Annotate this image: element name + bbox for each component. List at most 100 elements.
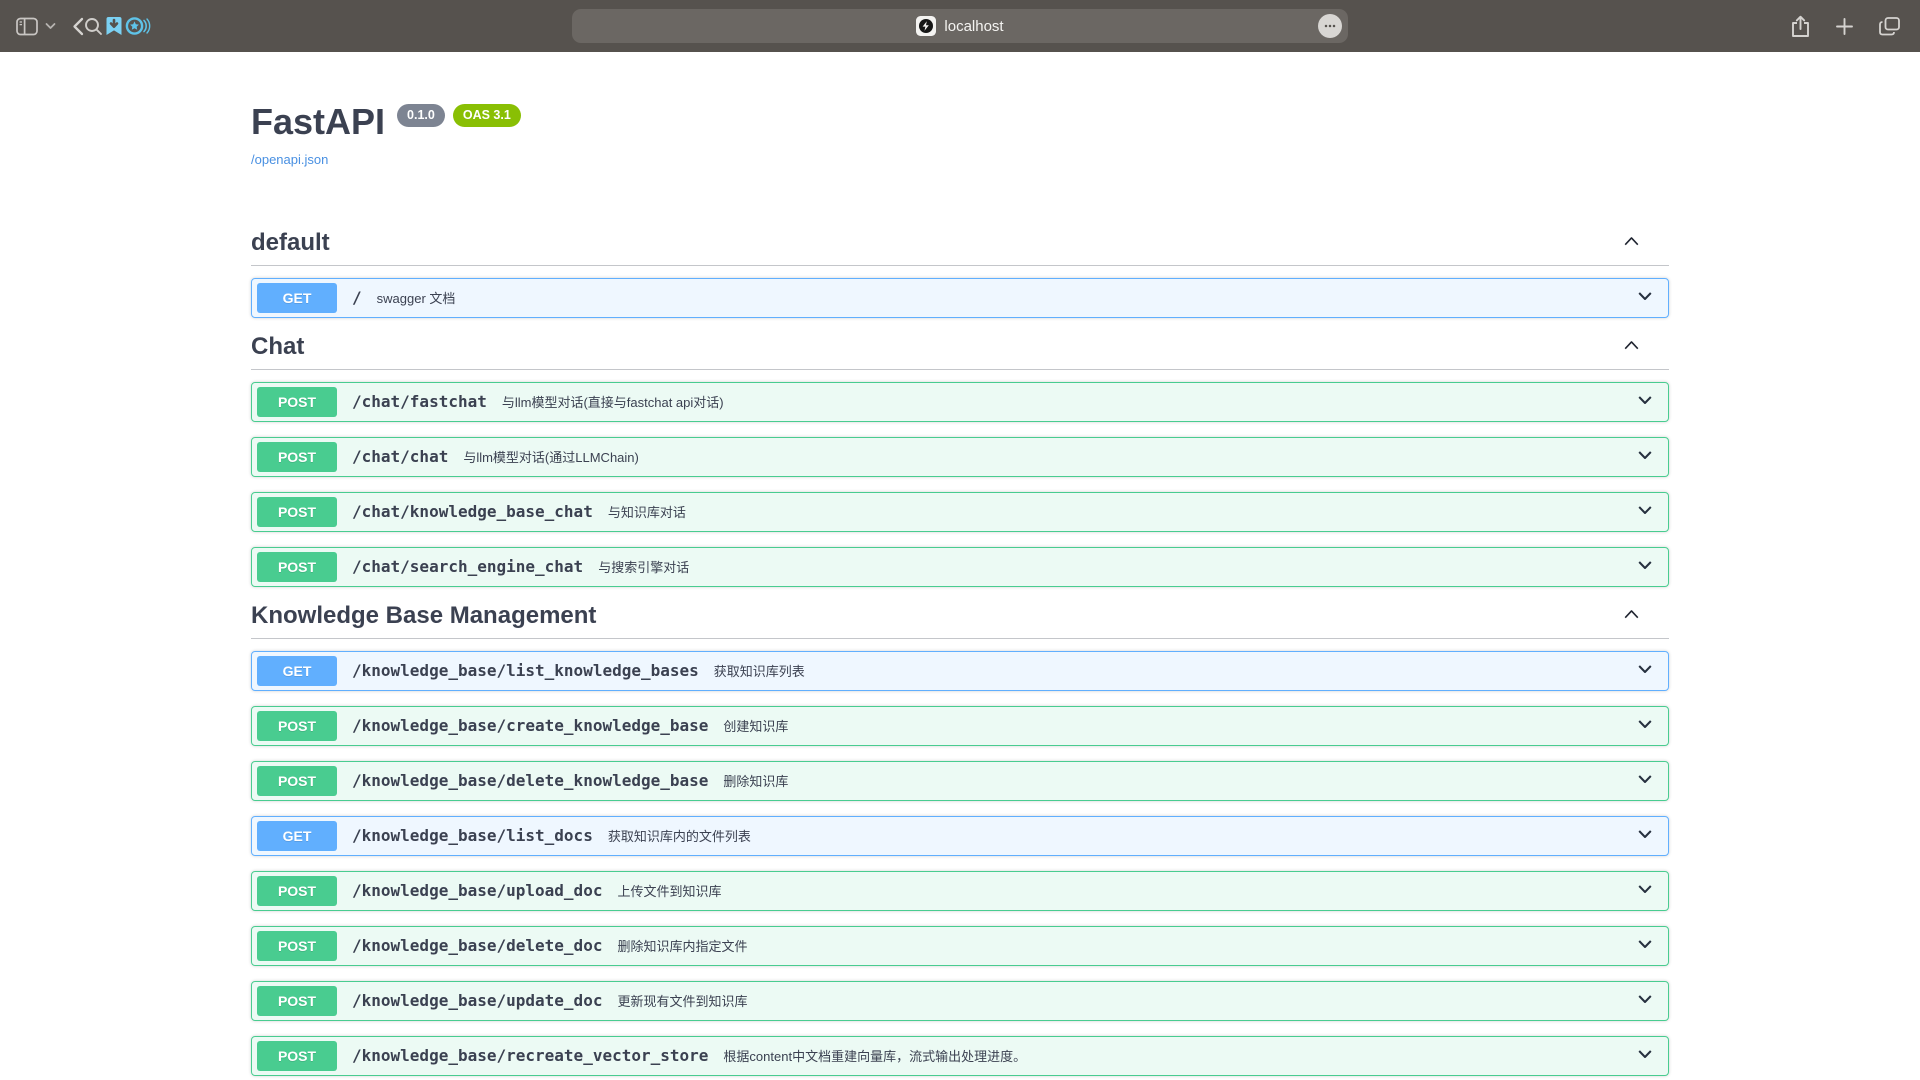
bookmark-extension-icon [103, 15, 125, 37]
search-button[interactable] [84, 17, 103, 36]
endpoint-row[interactable]: POST/knowledge_base/delete_doc 删除知识库内指定文件 [251, 926, 1669, 966]
collapse-section-button[interactable] [1619, 602, 1644, 630]
endpoint-description: 创建知识库 [723, 716, 1631, 735]
back-button[interactable] [72, 17, 84, 36]
bookmark-extension-button[interactable] [103, 15, 125, 37]
endpoint-description: 与知识库对话 [608, 502, 1631, 521]
share-button[interactable] [1791, 15, 1810, 38]
collapse-section-button[interactable] [1619, 229, 1644, 257]
endpoint-path: /chat/knowledge_base_chat [352, 502, 593, 521]
chevron-up-icon [1621, 231, 1642, 252]
method-badge: GET [257, 283, 337, 313]
openapi-spec-link[interactable]: /openapi.json [251, 152, 328, 167]
api-title: FastAPI [251, 102, 385, 142]
sidebar-menu-button[interactable] [45, 22, 56, 30]
expand-operation-button[interactable] [1631, 710, 1659, 741]
url-text: localhost [944, 18, 1003, 35]
back-chevron-icon [72, 17, 84, 36]
endpoint-row[interactable]: POST/knowledge_base/recreate_vector_stor… [251, 1036, 1669, 1076]
new-tab-button[interactable] [1836, 18, 1853, 35]
search-icon [84, 17, 103, 36]
method-badge: GET [257, 821, 337, 851]
endpoint-description: 与搜索引擎对话 [598, 557, 1631, 576]
section-operations: POST/chat/fastchat与llm模型对话(直接与fastchat a… [251, 382, 1669, 587]
chevron-down-icon [1635, 769, 1655, 789]
section-operations: GET/knowledge_base/list_knowledge_bases 获… [251, 651, 1669, 1076]
chevron-down-icon [1635, 1044, 1655, 1064]
expand-operation-button[interactable] [1631, 282, 1659, 313]
api-section: Knowledge Base Management GET/knowledge_b… [251, 602, 1669, 1076]
chevron-down-icon [1635, 500, 1655, 520]
chevron-down-icon [1635, 390, 1655, 410]
page-settings-button[interactable] [1318, 14, 1342, 38]
chevron-down-icon [45, 22, 56, 30]
section-title: default [251, 229, 1619, 257]
more-ellipsis-icon [1324, 24, 1336, 28]
endpoint-path: / [352, 288, 362, 307]
toolbar-right-group [1791, 0, 1900, 52]
expand-operation-button[interactable] [1631, 551, 1659, 582]
endpoint-path: /knowledge_base/recreate_vector_store [352, 1046, 708, 1065]
endpoint-row[interactable]: POST/knowledge_base/delete_knowledge_bas… [251, 761, 1669, 801]
method-badge: GET [257, 656, 337, 686]
chevron-down-icon [1635, 659, 1655, 679]
endpoint-row[interactable]: POST/chat/search_engine_chat与搜索引擎对话 [251, 547, 1669, 587]
expand-operation-button[interactable] [1631, 655, 1659, 686]
section-header[interactable]: Chat [251, 333, 1669, 370]
endpoint-row[interactable]: POST/knowledge_base/create_knowledge_bas… [251, 706, 1669, 746]
endpoint-path: /knowledge_base/delete_doc [352, 936, 602, 955]
endpoint-row[interactable]: GET/knowledge_base/list_docs获取知识库内的文件列表 [251, 816, 1669, 856]
chevron-down-icon [1635, 286, 1655, 306]
endpoint-description: 更新现有文件到知识库 [617, 991, 1631, 1010]
chevron-down-icon [1635, 714, 1655, 734]
endpoint-path: /knowledge_base/delete_knowledge_base [352, 771, 708, 790]
endpoint-description: 上传文件到知识库 [617, 881, 1631, 900]
endpoint-description: 获取知识库内的文件列表 [608, 826, 1631, 845]
endpoint-row[interactable]: POST/knowledge_base/update_doc 更新现有文件到知识库 [251, 981, 1669, 1021]
endpoint-row[interactable]: POST/chat/fastchat与llm模型对话(直接与fastchat a… [251, 382, 1669, 422]
endpoint-path: /knowledge_base/update_doc [352, 991, 602, 1010]
api-section: defaultGET/swagger 文档 [251, 229, 1669, 318]
endpoint-path: /knowledge_base/create_knowledge_base [352, 716, 708, 735]
expand-operation-button[interactable] [1631, 930, 1659, 961]
method-badge: POST [257, 1041, 337, 1071]
section-title: Knowledge Base Management [251, 602, 1619, 630]
expand-operation-button[interactable] [1631, 1040, 1659, 1071]
chevron-down-icon [1635, 989, 1655, 1009]
chevron-up-icon [1621, 335, 1642, 356]
share-icon [1791, 15, 1810, 38]
collapse-section-button[interactable] [1619, 333, 1644, 361]
endpoint-description: 删除知识库 [723, 771, 1631, 790]
expand-operation-button[interactable] [1631, 765, 1659, 796]
method-badge: POST [257, 931, 337, 961]
star-wave-extension-button[interactable] [125, 16, 152, 36]
expand-operation-button[interactable] [1631, 985, 1659, 1016]
endpoint-row[interactable]: GET/swagger 文档 [251, 278, 1669, 318]
tab-overview-button[interactable] [1879, 17, 1900, 36]
method-badge: POST [257, 986, 337, 1016]
expand-operation-button[interactable] [1631, 820, 1659, 851]
address-bar[interactable]: localhost [572, 9, 1348, 43]
expand-operation-button[interactable] [1631, 441, 1659, 472]
browser-toolbar: localhost [0, 0, 1920, 52]
expand-operation-button[interactable] [1631, 875, 1659, 906]
section-header[interactable]: Knowledge Base Management [251, 602, 1669, 639]
endpoint-description: 与llm模型对话(通过LLMChain) [463, 447, 1631, 466]
expand-operation-button[interactable] [1631, 386, 1659, 417]
sidebar-icon [16, 17, 38, 36]
endpoint-row[interactable]: POST/knowledge_base/upload_doc上传文件到知识库 [251, 871, 1669, 911]
tab-overview-icon [1879, 17, 1900, 36]
endpoint-row[interactable]: GET/knowledge_base/list_knowledge_bases获… [251, 651, 1669, 691]
endpoint-row[interactable]: POST/chat/chat与llm模型对话(通过LLMChain) [251, 437, 1669, 477]
section-header[interactable]: default [251, 229, 1669, 266]
endpoint-path: /knowledge_base/list_knowledge_bases [352, 661, 699, 680]
expand-operation-button[interactable] [1631, 496, 1659, 527]
swagger-page: FastAPI 0.1.0 OAS 3.1 /openapi.json defa… [0, 52, 1920, 1080]
endpoint-description: 删除知识库内指定文件 [617, 936, 1631, 955]
sidebar-toggle-button[interactable] [16, 17, 38, 36]
endpoint-path: /knowledge_base/upload_doc [352, 881, 602, 900]
chevron-down-icon [1635, 445, 1655, 465]
endpoint-row[interactable]: POST/chat/knowledge_base_chat与知识库对话 [251, 492, 1669, 532]
endpoint-path: /chat/chat [352, 447, 448, 466]
plus-icon [1836, 18, 1853, 35]
